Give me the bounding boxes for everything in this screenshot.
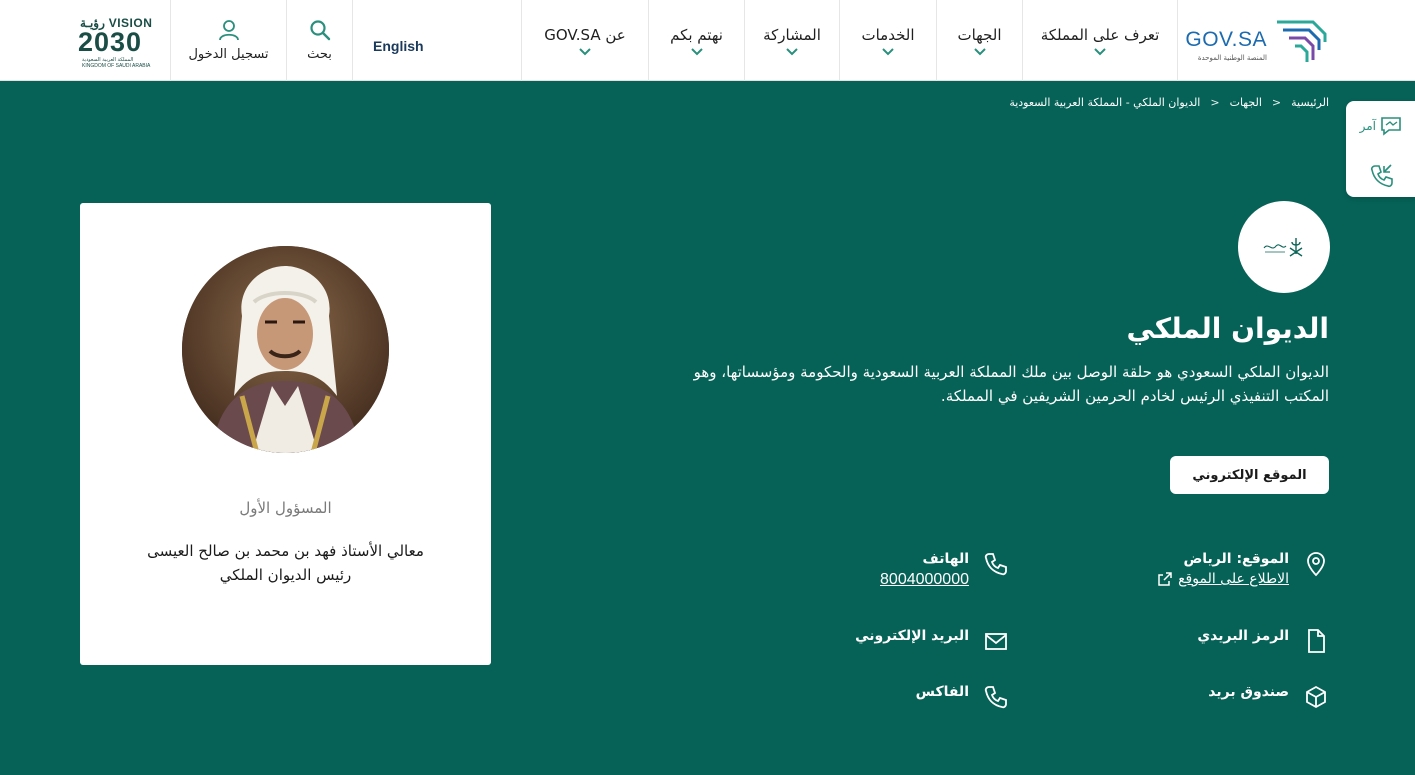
box-icon <box>1306 685 1326 709</box>
amr-button[interactable]: آمر <box>1360 116 1403 136</box>
official-portrait-image <box>182 246 389 453</box>
royal-court-emblem-icon <box>1263 238 1303 257</box>
side-contact-widget: آمر <box>1346 101 1415 197</box>
phone-title: الهاتف <box>922 551 969 567</box>
nav-label: الخدمات <box>861 25 915 44</box>
nav-participation[interactable]: المشاركة <box>745 0 839 81</box>
amr-label: آمر <box>1359 119 1376 133</box>
entity-logo <box>1238 201 1330 293</box>
website-button[interactable]: الموقع الإلكتروني <box>1170 456 1329 494</box>
breadcrumb-separator: < <box>1271 96 1282 109</box>
gov-sa-logo-icon <box>1277 20 1327 62</box>
user-icon <box>218 20 239 41</box>
external-link-icon <box>1158 572 1172 586</box>
chevron-down-icon <box>882 47 894 55</box>
document-icon <box>1308 629 1325 653</box>
breadcrumb-separator: < <box>1210 96 1220 109</box>
email-info: البريد الإلكتروني <box>855 628 1009 654</box>
nav-services[interactable]: الخدمات <box>840 0 936 81</box>
nav-label: المشاركة <box>763 25 821 44</box>
chat-icon <box>1381 117 1401 136</box>
entity-title: الديوان الملكي <box>1126 312 1329 345</box>
email-title: البريد الإلكتروني <box>855 628 969 644</box>
po-box-info: صندوق بريد <box>1208 684 1329 710</box>
location-title: الموقع: الرياض <box>1183 551 1289 567</box>
login-button[interactable]: تسجيل الدخول <box>171 0 286 81</box>
gov-sa-logo[interactable]: GOV.SA المنصة الوطنية الموحدة <box>1179 14 1329 66</box>
view-location-link[interactable]: الاطلاع على الموقع <box>1158 571 1289 587</box>
chevron-down-icon <box>1094 47 1106 55</box>
search-label: بحث <box>307 47 332 62</box>
fax-phone-icon <box>984 686 1007 709</box>
official-photo <box>182 246 389 453</box>
chevron-down-icon <box>690 47 703 55</box>
nav-label: تعرف على المملكة <box>1040 25 1160 44</box>
official-title: رئيس الديوان الملكي <box>219 566 352 584</box>
phone-incoming-icon <box>1370 164 1393 188</box>
po-box-title: صندوق بريد <box>1208 684 1289 700</box>
breadcrumb-home[interactable]: الرئيسية <box>1291 96 1329 109</box>
breadcrumb: الرئيسية < الجهات < الديوان الملكي - الم… <box>1009 96 1329 109</box>
nav-label: الجهات <box>957 25 1002 44</box>
official-role: المسؤول الأول <box>239 499 332 517</box>
gov-sa-tagline: المنصة الوطنية الموحدة <box>1197 54 1267 62</box>
phone-number-link[interactable]: 8004000000 <box>880 571 969 589</box>
gov-sa-brand-text: GOV.SA <box>1185 28 1267 51</box>
location-info: الموقع: الرياض الاطلاع على الموقع <box>1158 551 1329 587</box>
call-button[interactable] <box>1369 163 1395 193</box>
search-icon <box>309 20 330 41</box>
nav-label: عن GOV.SA <box>544 25 626 44</box>
mail-icon <box>985 633 1007 650</box>
breadcrumb-entities[interactable]: الجهات <box>1230 96 1262 109</box>
site-header: GOV.SA المنصة الوطنية الموحدة تعرف على ا… <box>0 0 1415 81</box>
search-button[interactable]: بحث <box>287 0 352 81</box>
chevron-down-icon <box>973 47 986 55</box>
phone-icon <box>984 553 1007 576</box>
postal-code-info: الرمز البريدي <box>1197 628 1329 654</box>
official-name: معالي الأستاذ فهد بن محمد بن صالح العيسى <box>147 542 424 560</box>
breadcrumb-current: الديوان الملكي - المملكة العربية السعودي… <box>1009 96 1201 109</box>
entity-description: الديوان الملكي السعودي هو حلقة الوصل بين… <box>693 363 1329 405</box>
location-pin-icon <box>1307 552 1325 577</box>
nav-know-kingdom[interactable]: تعرف على المملكة <box>1023 0 1177 81</box>
vision-2030-logo: VISION رؤيـة 2030 المملكة العربية السعود… <box>78 16 153 69</box>
nav-label: نهتم بكم <box>670 25 723 44</box>
nav-about-gov-sa[interactable]: عن GOV.SA <box>522 0 648 81</box>
official-card: المسؤول الأول معالي الأستاذ فهد بن محمد … <box>80 203 491 665</box>
nav-we-care[interactable]: نهتم بكم <box>649 0 744 81</box>
phone-info: الهاتف 8004000000 <box>880 551 1009 589</box>
nav-entities[interactable]: الجهات <box>937 0 1022 81</box>
login-label: تسجيل الدخول <box>188 47 269 62</box>
language-switch-link[interactable]: English <box>373 38 424 54</box>
postal-code-title: الرمز البريدي <box>1197 628 1289 644</box>
chevron-down-icon <box>579 47 591 55</box>
fax-info: الفاكس <box>916 684 1009 710</box>
chevron-down-icon <box>786 47 798 55</box>
fax-title: الفاكس <box>915 684 969 700</box>
